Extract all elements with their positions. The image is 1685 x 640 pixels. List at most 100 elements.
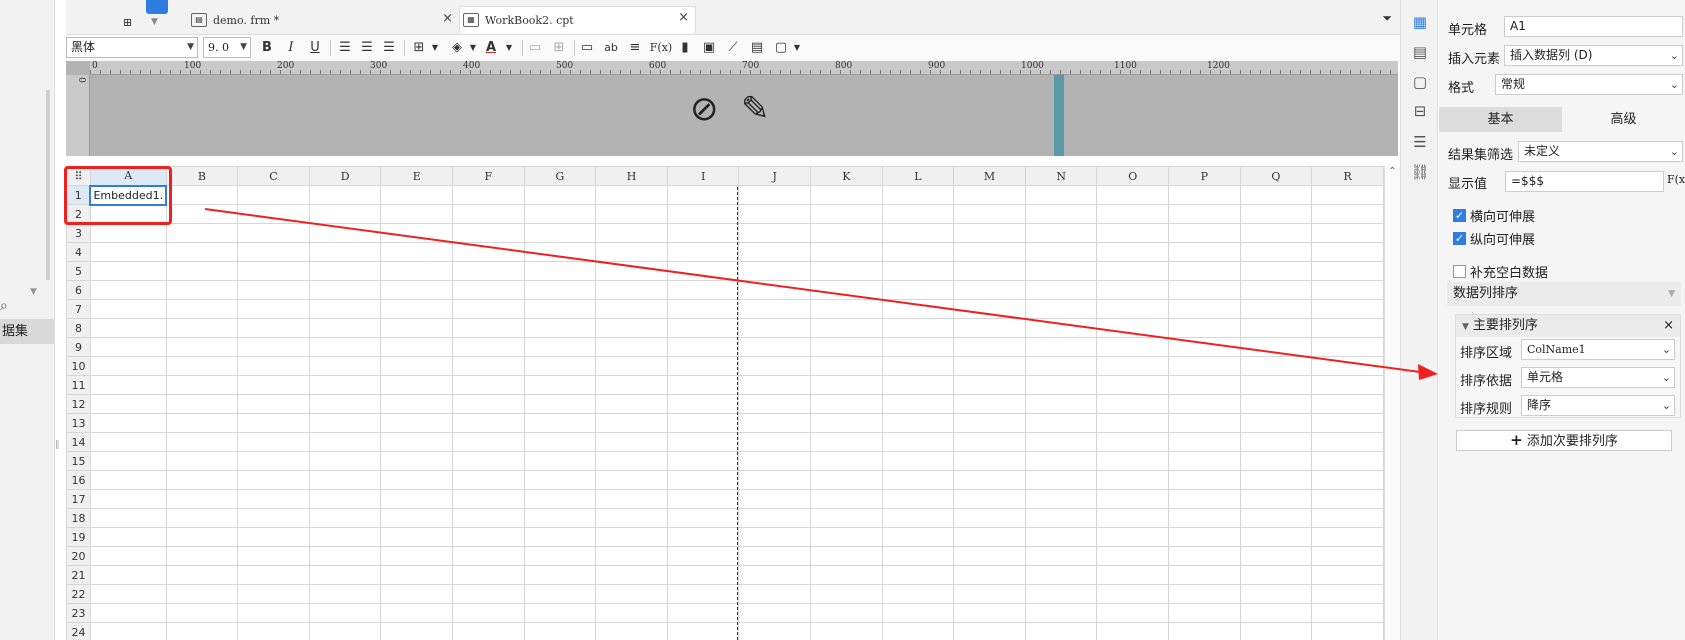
grid-cell[interactable] [452,413,525,433]
grid-cell[interactable] [237,470,310,490]
column-header[interactable]: H [595,166,668,186]
grid-cell[interactable] [810,242,883,262]
grid-cell[interactable] [523,299,597,319]
grid-cell[interactable] [1168,299,1241,319]
grid-cell[interactable] [308,204,382,224]
grid-cell[interactable] [666,527,740,547]
grid-cell[interactable] [380,584,454,604]
grid-cell[interactable] [1311,565,1384,585]
grid-cell[interactable] [595,318,668,338]
row-header[interactable]: 20 [66,546,91,566]
tab-demo-frm[interactable]: ▤ demo. frm * × [191,8,453,32]
grid-cell[interactable] [666,375,740,395]
grid-cell[interactable] [1096,489,1170,509]
grid-cell[interactable] [380,375,454,395]
column-header[interactable]: R [1311,166,1384,186]
grid-cell[interactable] [1311,204,1384,224]
tab-advanced[interactable]: 高级 [1562,107,1685,132]
row-header[interactable]: 4 [66,242,91,262]
align-right-icon[interactable]: ☰ [378,37,400,59]
column-header[interactable]: E [380,166,454,186]
row-header[interactable]: 22 [66,584,91,604]
grid-cell[interactable] [953,489,1026,509]
grid-cell[interactable] [666,337,740,357]
grid-cell[interactable] [1024,299,1098,319]
grid-cell[interactable] [452,432,525,452]
grid-cell[interactable] [1096,375,1170,395]
grid-cell[interactable] [666,413,740,433]
grid-cell[interactable] [1096,603,1170,623]
grid-cell[interactable] [1168,337,1241,357]
grid-cell[interactable] [810,299,883,319]
grid-cell[interactable] [380,527,454,547]
grid-cell[interactable] [165,470,239,490]
grid-cell[interactable] [1096,508,1170,528]
cell-properties-icon[interactable]: ▦ [1410,12,1430,32]
display-value-input[interactable]: =$$$ [1505,171,1664,192]
grid-cell[interactable] [953,185,1026,205]
close-icon[interactable]: × [678,10,689,25]
grid-cell[interactable] [165,546,239,566]
row-header[interactable]: 19 [66,527,91,547]
grid-cell[interactable] [165,375,239,395]
grid-cell[interactable] [738,242,811,262]
formula-button[interactable]: F(x) [1667,173,1685,186]
grid-cell[interactable] [165,242,239,262]
grid-cell[interactable] [881,356,955,376]
grid-cell[interactable] [666,318,740,338]
grid-cell[interactable] [810,584,883,604]
grid-cell[interactable] [89,375,167,395]
grid-cell[interactable] [738,508,811,528]
column-header[interactable]: K [810,166,883,186]
column-header[interactable]: B [165,166,239,186]
grid-cell[interactable] [523,204,597,224]
grid-cell[interactable] [1168,356,1241,376]
grid-cell[interactable] [953,565,1026,585]
grid-cell[interactable] [380,299,454,319]
grid-cell[interactable] [1311,318,1384,338]
grid-cell[interactable] [237,242,310,262]
grid-cell[interactable] [666,356,740,376]
form-widget-marker[interactable] [1054,75,1064,156]
grid-cell[interactable] [1096,565,1170,585]
grid-cell[interactable] [1168,527,1241,547]
grid-cell[interactable] [89,603,167,623]
grid-cell[interactable] [165,451,239,471]
grid-cell[interactable] [810,185,883,205]
grid-cell[interactable] [881,394,955,414]
grid-cell[interactable] [1096,432,1170,452]
grid-cell[interactable] [1311,527,1384,547]
grid-cell[interactable] [452,527,525,547]
widget-settings-icon[interactable]: ▢ [1410,72,1430,92]
grid-cell[interactable] [89,489,167,509]
grid-cell[interactable] [738,565,811,585]
grid-cell[interactable] [1239,584,1313,604]
image-icon[interactable]: ▣ [698,37,720,59]
grid-cell[interactable] [1168,546,1241,566]
grid-cell[interactable] [1168,413,1241,433]
grid-cell[interactable] [595,565,668,585]
grid-cell[interactable] [89,223,167,243]
grid-cell[interactable] [523,394,597,414]
grid-cell[interactable] [881,261,955,281]
grid-cell[interactable] [308,394,382,414]
grid-cell[interactable] [1311,185,1384,205]
grid-cell[interactable] [1311,451,1384,471]
grid-cell[interactable] [953,432,1026,452]
grid-cell[interactable] [738,375,811,395]
grid-cell[interactable] [452,394,525,414]
grid-cell[interactable] [237,508,310,528]
grid-cell[interactable] [810,356,883,376]
grid-cell[interactable] [1168,508,1241,528]
grid-cell[interactable] [380,280,454,300]
tab-menu-icon[interactable]: ⏷ [1382,11,1392,26]
grid-cell[interactable] [1024,527,1098,547]
insert-cell-icon[interactable]: ▭ [576,37,598,59]
grid-cell[interactable] [89,261,167,281]
grid-cell[interactable] [89,356,167,376]
grid-cell[interactable] [810,204,883,224]
grid-cell[interactable] [953,584,1026,604]
grid-cell[interactable] [1311,432,1384,452]
grid-cell[interactable] [1024,413,1098,433]
grid-cell[interactable] [165,299,239,319]
